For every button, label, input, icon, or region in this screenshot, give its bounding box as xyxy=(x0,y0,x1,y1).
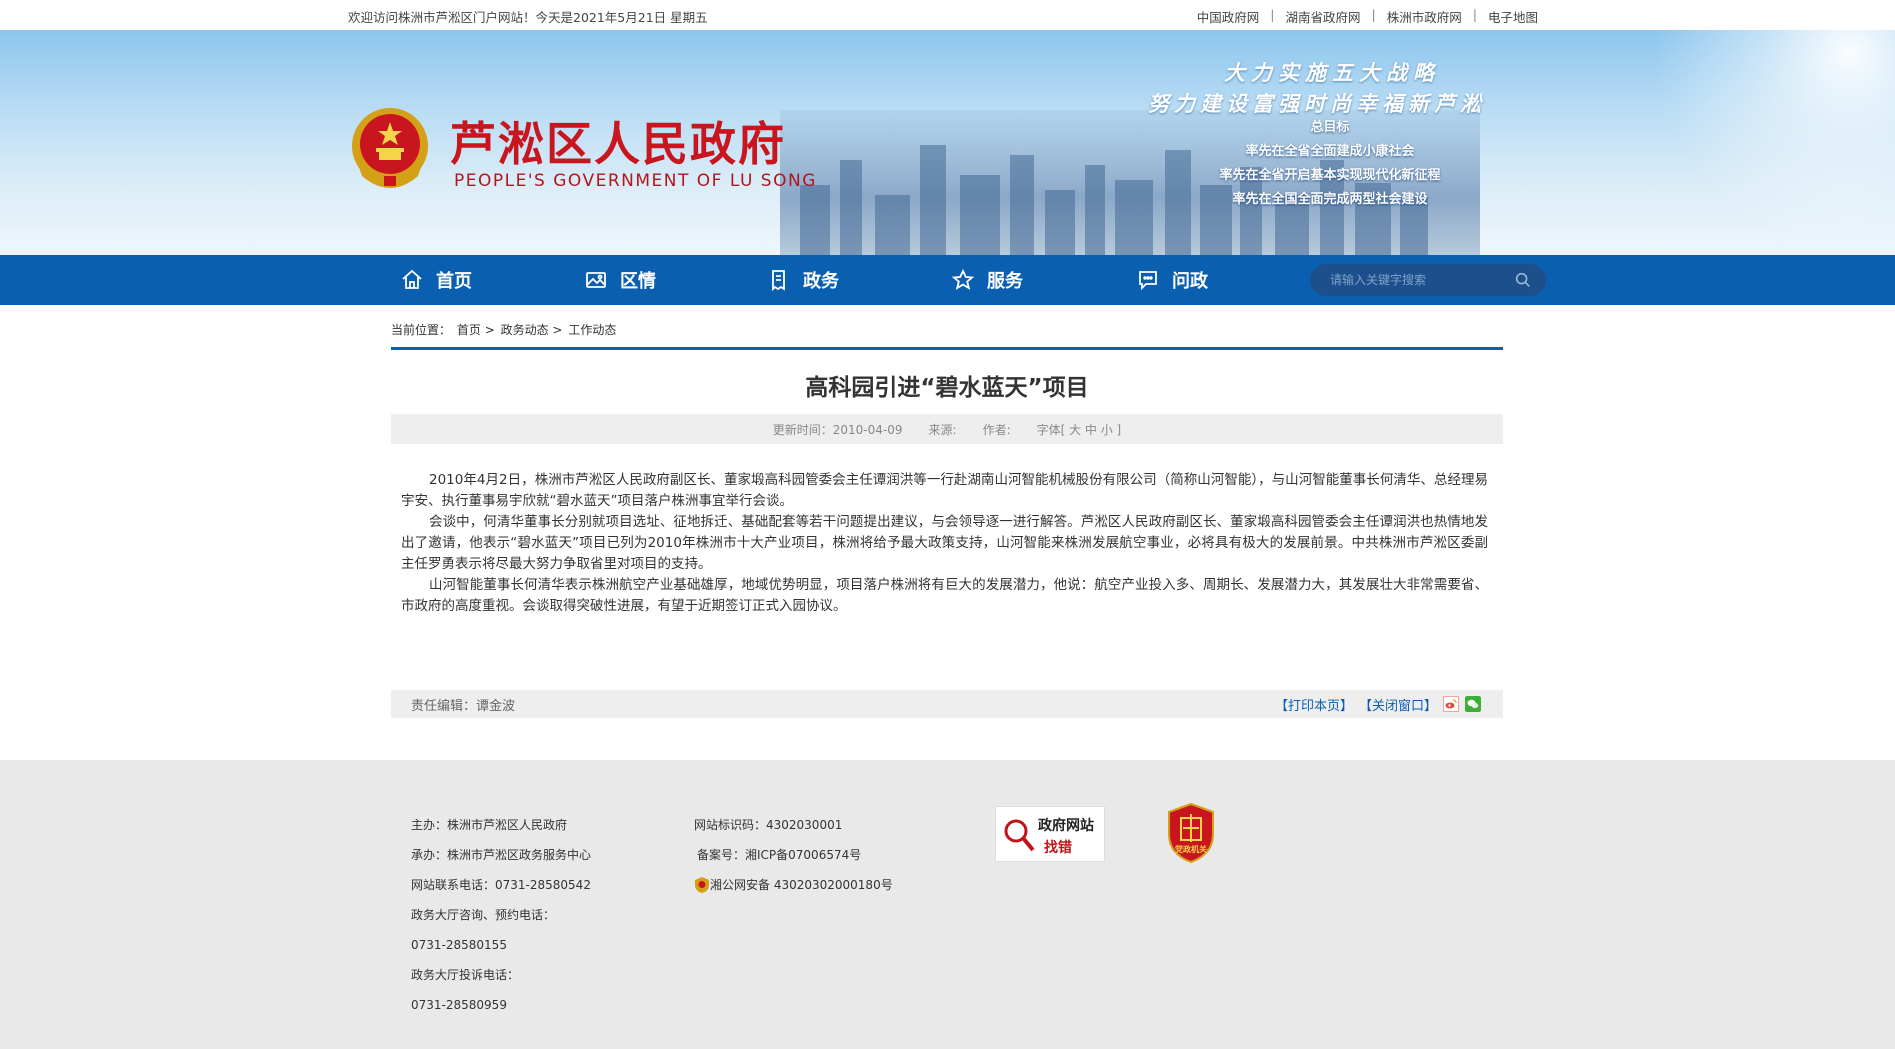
badge-text-bottom: 找错 xyxy=(1044,840,1072,856)
footer-icp[interactable]: 备案号：湘ICP备07006574号 xyxy=(694,840,893,870)
breadcrumb-home[interactable]: 首页 xyxy=(457,323,481,337)
slogan-line-2: 努力建设富强时尚幸福新芦淞 xyxy=(1148,92,1486,116)
document-icon xyxy=(772,270,785,292)
article-paragraph: 山河智能董事长何清华表示株洲航空产业基础雄厚，地域优势明显，项目落户株洲将有巨大… xyxy=(401,577,1488,614)
site-subtitle: PEOPLE'S GOVERNMENT OF LU SONG xyxy=(454,171,817,191)
goal-item: 率先在全国全面完成两型社会建设 xyxy=(1232,192,1428,207)
goals-block: 总目标 率先在全省全面建成小康社会 率先在全省开启基本实现现代化新征程 率先在全… xyxy=(1180,116,1480,212)
footer-hall-phone: 0731-28580155 xyxy=(411,938,507,952)
footer-info-col1: 主办：株洲市芦淞区人民政府 承办：株洲市芦淞区政务服务中心 网站联系电话：073… xyxy=(411,810,591,1020)
nav-label: 政务 xyxy=(803,271,839,292)
nav-item-district[interactable]: 区情 xyxy=(584,255,656,305)
footer-sponsor: 主办：株洲市芦淞区人民政府 xyxy=(411,818,568,832)
police-badge-icon xyxy=(695,877,709,893)
top-bar: 欢迎访问株洲市芦淞区门户网站！今天是2021年5月21日 星期五 中国政府网 |… xyxy=(0,0,1895,30)
nav-item-home[interactable]: 首页 xyxy=(400,255,472,305)
footer-complaint-phone: 0731-28580959 xyxy=(411,998,507,1012)
magnifier-icon xyxy=(1004,819,1035,852)
breadcrumb: 当前位置： 首页 > 政务动态 > 工作动态 xyxy=(391,321,616,338)
article-footer-bar: 责任编辑：谭金波 【打印本页】 【关闭窗口】 xyxy=(391,690,1503,718)
police-record-text: 湘公网安备 43020302000180号 xyxy=(710,878,893,892)
weibo-share-icon[interactable] xyxy=(1443,696,1459,712)
article-title: 高科园引进“碧水蓝天”项目 xyxy=(805,375,1089,401)
search-icon[interactable] xyxy=(1514,271,1532,289)
welcome-text: 欢迎访问株洲市芦淞区门户网站！今天是2021年5月21日 星期五 xyxy=(348,10,708,25)
header-banner: 芦淞区人民政府 PEOPLE'S GOVERNMENT OF LU SONG 大… xyxy=(0,30,1895,255)
separator: | xyxy=(1371,7,1376,22)
footer-contact-phone: 网站联系电话：0731-28580542 xyxy=(411,878,591,892)
divider xyxy=(391,347,1503,350)
search-input[interactable] xyxy=(1330,273,1500,287)
badge-text-top: 政府网站 xyxy=(1038,818,1094,834)
meta-source: 来源: xyxy=(928,422,957,437)
link-china-gov[interactable]: 中国政府网 xyxy=(1197,7,1260,26)
editor-credit: 责任编辑：谭金波 xyxy=(411,698,516,714)
article-paragraph: 会谈中，何清华董事长分别就项目选址、征地拆迁、基础配套等若干问题提出建议，与会领… xyxy=(401,514,1488,572)
goals-heading: 总目标 xyxy=(1310,120,1350,135)
nav-item-inquiry[interactable]: 问政 xyxy=(1136,255,1208,305)
page-footer: 主办：株洲市芦淞区人民政府 承办：株洲市芦淞区政务服务中心 网站联系电话：073… xyxy=(0,760,1895,1049)
link-zhuzhou-gov[interactable]: 株洲市政府网 xyxy=(1387,7,1462,26)
link-e-map[interactable]: 电子地图 xyxy=(1488,7,1538,26)
site-title: 芦淞区人民政府 xyxy=(450,117,786,171)
separator: | xyxy=(1472,7,1477,22)
main-nav: 首页 区情 政务 服务 问政 xyxy=(0,255,1895,305)
article-tools: 【打印本页】 【关闭窗口】 xyxy=(1269,695,1481,714)
nav-label: 服务 xyxy=(987,271,1023,292)
print-button[interactable]: 【打印本页】 xyxy=(1275,695,1353,714)
goal-item: 率先在全省全面建成小康社会 xyxy=(1245,144,1415,159)
breadcrumb-separator: > xyxy=(552,323,563,337)
article-meta: 更新时间：2010-04-09 来源: 作者: 字体[ 大 中 小 ] xyxy=(391,414,1503,444)
close-window-button[interactable]: 【关闭窗口】 xyxy=(1359,695,1437,714)
breadcrumb-separator: > xyxy=(484,323,495,337)
breadcrumb-news[interactable]: 政务动态 xyxy=(501,323,549,337)
link-hunan-gov[interactable]: 湖南省政府网 xyxy=(1286,7,1361,26)
wechat-share-icon[interactable] xyxy=(1465,696,1481,712)
nav-item-affairs[interactable]: 政务 xyxy=(767,255,839,305)
nav-label: 问政 xyxy=(1172,271,1208,292)
image-icon xyxy=(586,272,606,288)
home-icon xyxy=(402,269,422,289)
sunlight xyxy=(1595,30,1895,255)
footer-complaint-label: 政务大厅投诉电话： xyxy=(411,968,520,982)
goal-item: 率先在全省开启基本实现现代化新征程 xyxy=(1219,168,1441,183)
footer-hall-label: 政务大厅咨询、预约电话： xyxy=(411,908,556,922)
gov-site-error-report-badge[interactable]: 政府网站 找错 xyxy=(995,806,1105,862)
nav-label: 首页 xyxy=(436,271,472,292)
search-box xyxy=(1310,264,1546,296)
nav-label: 区情 xyxy=(620,271,656,292)
party-gov-agency-badge[interactable]: 党政机关 xyxy=(1165,802,1217,864)
chat-icon xyxy=(1139,271,1157,291)
article-body: 2010年4月2日，株洲市芦淞区人民政府副区长、董家塅高科园管委会主任谭润洪等一… xyxy=(401,470,1488,617)
footer-info-col2: 网站标识码：4302030001 备案号：湘ICP备07006574号 湘公网安… xyxy=(694,810,893,900)
slogan-line-1: 大力实施五大战略 xyxy=(1224,61,1440,85)
meta-author: 作者: xyxy=(982,422,1011,437)
star-icon xyxy=(951,268,975,290)
separator: | xyxy=(1270,7,1275,22)
footer-organizer: 承办：株洲市芦淞区政务服务中心 xyxy=(411,848,592,862)
badge2-label: 党政机关 xyxy=(1175,845,1207,854)
nav-item-service[interactable]: 服务 xyxy=(951,255,1023,305)
meta-updated: 更新时间：2010-04-09 xyxy=(772,422,903,437)
font-size-switch[interactable]: 字体[ 大 中 小 ] xyxy=(1037,421,1122,438)
article-paragraph: 2010年4月2日，株洲市芦淞区人民政府副区长、董家塅高科园管委会主任谭润洪等一… xyxy=(401,472,1488,509)
breadcrumb-work[interactable]: 工作动态 xyxy=(568,323,616,337)
national-emblem-icon xyxy=(352,108,428,188)
top-links: 中国政府网 | 湖南省政府网 | 株洲市政府网 | 电子地图 xyxy=(1197,7,1538,26)
footer-police-record[interactable]: 湘公网安备 43020302000180号 xyxy=(694,870,893,900)
footer-site-id: 网站标识码：4302030001 xyxy=(694,818,843,832)
breadcrumb-prefix: 当前位置： xyxy=(391,323,452,337)
